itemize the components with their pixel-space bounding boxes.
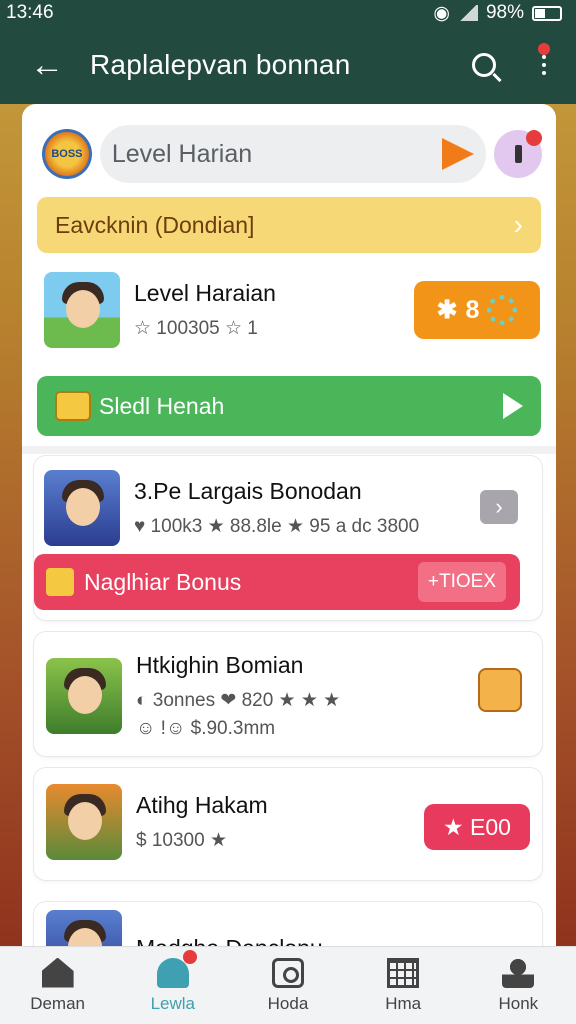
reward-badge[interactable]: ✱ 8 (414, 281, 540, 339)
nav-label: Lewla (150, 993, 195, 1013)
bottom-navigation: Deman Lewla Hoda Hma Honk (0, 946, 576, 1024)
people-icon (156, 949, 197, 988)
gift-icon (46, 568, 74, 596)
bonus-tag[interactable]: +TIOEX (417, 562, 506, 602)
notification-dot (538, 43, 550, 55)
item-title: Atihg Hakam (136, 792, 268, 818)
daily-banner[interactable]: Eavcknin (Dondian] › (37, 197, 541, 253)
list-item[interactable]: Htkighin Bomian ◐ 3onnes ❤ 820 ★ ★ ★ ☺ !… (46, 652, 340, 740)
nav-item-profile[interactable]: Honk (468, 957, 568, 1014)
battery-level: 98% (485, 2, 524, 23)
filter-button[interactable] (494, 130, 542, 178)
status-time: 13:46 (6, 2, 54, 23)
nav-label: Honk (498, 993, 539, 1013)
bonus-label: Naglhiar Bonus (84, 568, 242, 595)
search-input[interactable]: Level Harian (99, 125, 487, 183)
daily-banner-label: Eavcknin (Dondian] (55, 211, 255, 238)
game-thumbnail (46, 784, 122, 860)
nav-item-camera[interactable]: Hoda (238, 957, 338, 1014)
points-pill[interactable]: ★ E00 (424, 804, 530, 850)
ticket-icon (55, 391, 91, 421)
more-menu-icon[interactable] (538, 43, 550, 75)
page-title: Raplalepvan bonnan (90, 49, 351, 80)
play-icon[interactable] (442, 138, 475, 170)
back-arrow-icon[interactable]: ← (0, 48, 90, 82)
status-bar: 13:46 ◉ 98% (0, 0, 576, 26)
chevron-right-icon[interactable]: › (480, 490, 518, 524)
list-card: Madgha Danclonu (34, 902, 542, 946)
item-title: Madgha Danclonu (136, 935, 323, 947)
game-thumbnail (44, 470, 120, 546)
nav-item-grid[interactable]: Hma (353, 957, 453, 1014)
content-sheet: BOSS Level Harian Eavcknin (Dondian] › L… (22, 104, 556, 946)
list-item[interactable]: Madgha Danclonu (46, 910, 323, 946)
search-icon[interactable] (472, 53, 496, 77)
item-meta: ◐ 3onnes ❤ 820 ★ ★ ★ (136, 690, 341, 711)
green-banner-label: Sledl Henah (99, 392, 225, 419)
camera-icon (271, 957, 304, 988)
reward-count: 8 (465, 295, 480, 324)
eye-icon: ◉ (433, 2, 450, 24)
nav-item-home[interactable]: Deman (8, 957, 108, 1014)
game-thumbnail (44, 272, 120, 348)
list-item[interactable]: 3.Pe Largais Bonodan ♥ 100k3 ★ 88.8le ★ … (44, 470, 419, 546)
bonus-bar[interactable]: Naglhiar Bonus +TIOEX (34, 554, 520, 610)
play-icon (503, 393, 523, 419)
list-item[interactable]: Level Haraian ☆ 100305 ☆ 1 (44, 272, 276, 348)
item-meta: $ 10300 ★ (136, 830, 227, 851)
signal-icon (457, 5, 478, 21)
chevron-right-icon: › (513, 209, 523, 240)
gear-icon (487, 295, 518, 325)
item-meta: ♥ 100k3 ★ 88.8le ★ 95 a dc 3800 (134, 516, 420, 537)
item-title: Htkighin Bomian (136, 652, 304, 678)
grid-icon (387, 957, 420, 988)
item-title: 3.Pe Largais Bonodan (134, 478, 362, 504)
game-logo: BOSS (42, 129, 92, 179)
game-thumbnail (46, 658, 122, 734)
search-row: BOSS Level Harian (42, 124, 542, 184)
nav-label: Hma (385, 993, 422, 1013)
person-icon (502, 957, 535, 988)
list-card: Htkighin Bomian ◐ 3onnes ❤ 820 ★ ★ ★ ☺ !… (34, 632, 542, 756)
filter-badge (526, 130, 542, 146)
star-icon: ✱ (436, 296, 458, 324)
list-item[interactable]: Atihg Hakam $ 10300 ★ (46, 784, 268, 860)
list-card: Atihg Hakam $ 10300 ★ ★ E00 (34, 768, 542, 880)
nav-label: Hoda (267, 993, 309, 1013)
battery-icon (532, 5, 562, 21)
nav-label: Deman (30, 993, 85, 1013)
green-banner[interactable]: Sledl Henah (37, 376, 541, 436)
nav-item-people[interactable]: Lewla (123, 949, 223, 1014)
list-card: 3.Pe Largais Bonodan ♥ 100k3 ★ 88.8le ★ … (34, 456, 542, 620)
item-meta-2: ☺ !☺ $.90.3mm (136, 718, 276, 739)
dice-icon[interactable] (478, 668, 522, 712)
app-bar: ← Raplalepvan bonnan (0, 26, 576, 104)
home-icon (41, 957, 74, 988)
search-value: Level Harian (111, 139, 253, 168)
item-meta: ☆ 100305 ☆ 1 (134, 318, 258, 339)
game-thumbnail (46, 910, 122, 946)
filter-icon (514, 145, 522, 163)
item-title: Level Haraian (134, 280, 276, 306)
